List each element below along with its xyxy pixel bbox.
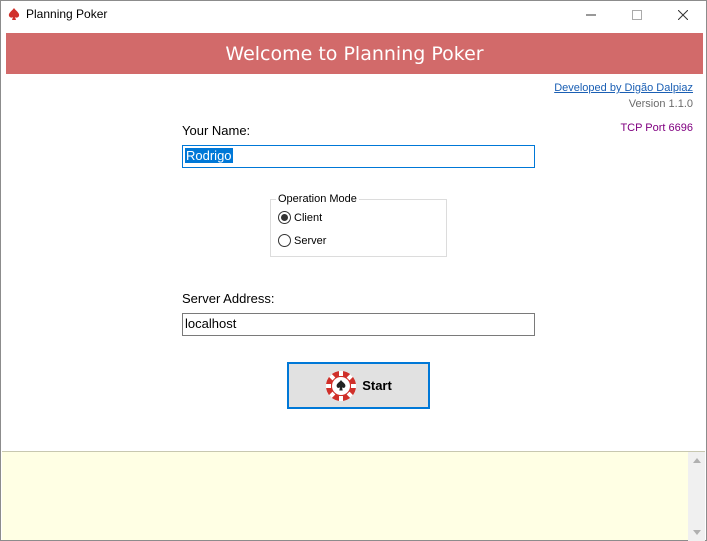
- close-icon: [678, 10, 688, 20]
- version-label: Version 1.1.0: [628, 98, 693, 110]
- client-radio-label: Client: [294, 211, 323, 224]
- radio-unselected-icon: [278, 234, 291, 247]
- maximize-button[interactable]: [614, 1, 660, 29]
- close-button[interactable]: [660, 1, 706, 29]
- name-input-value: Rodrigo: [185, 148, 233, 163]
- app-window: Planning Poker Welcome to Planning Poker…: [0, 0, 707, 541]
- server-radio-label: Server: [294, 234, 327, 247]
- server-address-input[interactable]: localhost: [182, 313, 535, 336]
- start-button-label: Start: [362, 378, 392, 393]
- server-address-label: Server Address:: [182, 291, 275, 306]
- spade-icon: [7, 7, 21, 21]
- minimize-button[interactable]: [568, 1, 614, 29]
- poker-chip-icon: [326, 370, 357, 401]
- your-name-label: Your Name:: [182, 123, 251, 138]
- developer-link[interactable]: Developed by Digão Dalpiaz: [554, 82, 693, 94]
- operation-mode-legend: Operation Mode: [276, 193, 359, 205]
- welcome-banner: Welcome to Planning Poker: [6, 33, 703, 74]
- maximize-icon: [632, 10, 642, 20]
- client-radio[interactable]: Client: [278, 211, 322, 224]
- start-button[interactable]: Start: [287, 362, 430, 409]
- name-input[interactable]: Rodrigo: [182, 145, 535, 168]
- window-title: Planning Poker: [26, 7, 108, 21]
- log-panel[interactable]: [2, 451, 705, 541]
- log-scrollbar[interactable]: [688, 452, 705, 541]
- scroll-down-icon[interactable]: [688, 524, 705, 541]
- server-radio[interactable]: Server: [278, 234, 326, 247]
- tcp-port-label: TCP Port 6696: [620, 122, 693, 134]
- title-bar[interactable]: Planning Poker: [1, 1, 706, 29]
- radio-selected-icon: [278, 211, 291, 224]
- minimize-icon: [586, 14, 596, 16]
- scroll-up-icon[interactable]: [688, 452, 705, 469]
- server-address-value: localhost: [185, 316, 237, 331]
- banner-title: Welcome to Planning Poker: [225, 42, 484, 65]
- operation-mode-group: Operation Mode Client Server: [270, 193, 447, 257]
